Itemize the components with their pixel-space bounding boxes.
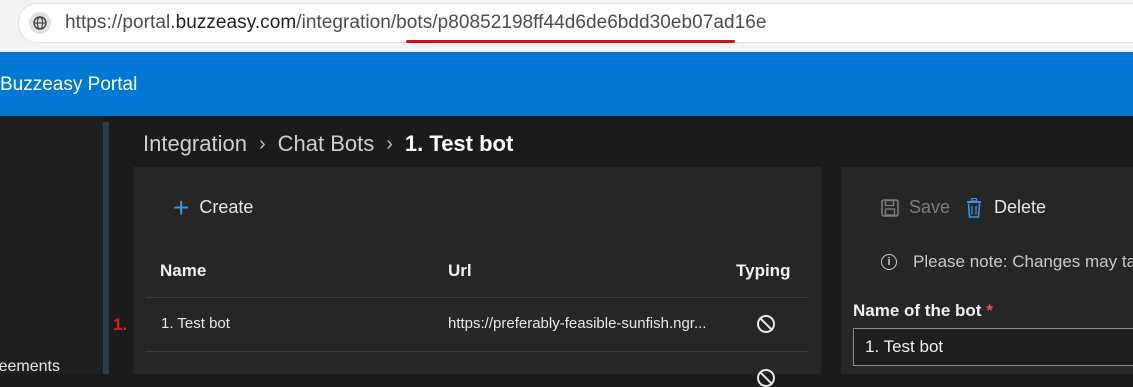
row-url: https://preferably-feasible-sunfish.ngr.…	[448, 315, 707, 332]
breadcrumb-integration[interactable]: Integration	[143, 131, 247, 157]
info-icon: i	[881, 254, 897, 270]
url-highlight-underline	[406, 40, 735, 43]
breadcrumb: Integration › Chat Bots › 1. Test bot	[143, 131, 513, 157]
url-domain: buzzeasy.com	[175, 12, 297, 33]
note-text: Please note: Changes may take	[913, 252, 1133, 271]
url-path: /integration/bots/	[296, 12, 438, 33]
url-text: https://portal.buzzeasy.com/integration/…	[65, 12, 766, 34]
url-prefix: https://portal.	[65, 12, 176, 33]
required-mark: *	[986, 301, 993, 320]
url-bot-id: p80852198ff44d6de6bdd30eb07ad16e	[437, 12, 767, 33]
app-title: Buzzeasy Portal	[0, 74, 138, 95]
chevron-right-icon: ›	[258, 132, 266, 155]
chevron-right-icon: ›	[386, 132, 393, 155]
breadcrumb-chat-bots[interactable]: Chat Bots	[278, 131, 375, 157]
breadcrumb-current: 1. Test bot	[404, 131, 514, 156]
left-nav	[0, 116, 103, 374]
block-icon	[757, 315, 775, 333]
row-name: 1. Test bot	[161, 315, 230, 332]
left-nav-scrollbar[interactable]	[103, 122, 109, 374]
save-icon	[881, 198, 899, 217]
bot-detail-panel: Save Delete i Please note: Changes may t…	[841, 167, 1133, 374]
browser-address-bar: https://portal.buzzeasy.com/integration/…	[0, 0, 1133, 52]
divider	[146, 351, 808, 352]
save-button[interactable]: Save	[881, 197, 950, 218]
column-header-typing[interactable]: Typing	[736, 261, 790, 281]
changes-note: i Please note: Changes may take	[881, 252, 1133, 272]
bot-list-panel: + Create Name Url Typing 1. Test bot htt…	[133, 167, 821, 387]
divider	[146, 297, 808, 298]
globe-icon[interactable]	[29, 12, 51, 34]
delete-button[interactable]: Delete	[966, 197, 1046, 218]
plus-icon: +	[173, 191, 190, 223]
column-header-name[interactable]: Name	[160, 261, 206, 281]
create-label: Create	[199, 197, 254, 217]
app-header: Buzzeasy Portal	[0, 52, 1133, 116]
name-field-label: Name of the bot *	[853, 301, 993, 320]
nav-item-agreements[interactable]: Agreements	[0, 358, 60, 376]
delete-label: Delete	[994, 197, 1047, 217]
row-annotation-marker: 1.	[113, 315, 128, 334]
block-icon	[757, 369, 775, 387]
create-button[interactable]: + Create	[173, 191, 254, 223]
save-label: Save	[909, 197, 951, 217]
bot-name-input[interactable]	[853, 328, 1133, 366]
trash-icon	[967, 197, 981, 218]
url-field[interactable]: https://portal.buzzeasy.com/integration/…	[18, 3, 1133, 43]
column-header-url[interactable]: Url	[448, 261, 472, 281]
